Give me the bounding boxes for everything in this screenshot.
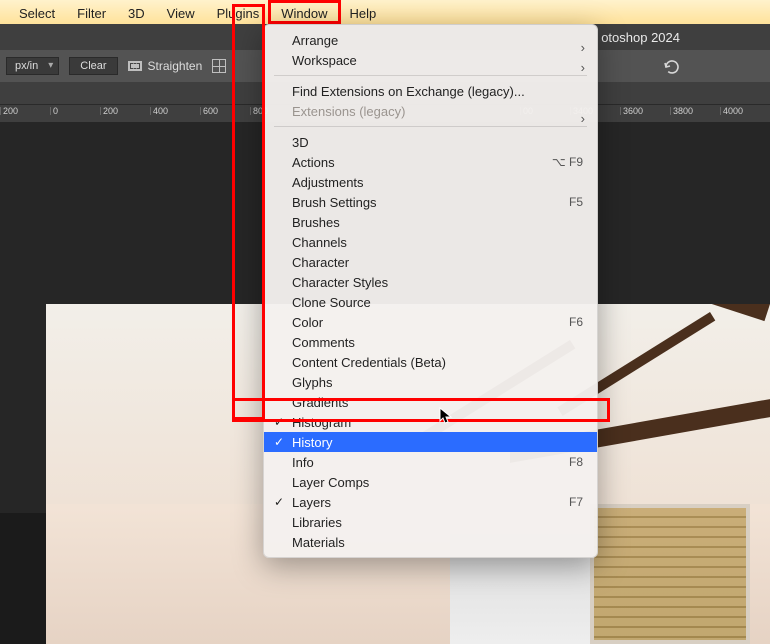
menu-item-brushes[interactable]: Brushes (264, 212, 597, 232)
ruler-tick: 0 (50, 107, 100, 115)
menu-item-history[interactable]: History (264, 432, 597, 452)
ruler-icon (128, 61, 142, 71)
ruler-tick: 3600 (620, 107, 670, 115)
menu-item-gradients[interactable]: Gradients (264, 392, 597, 412)
menu-item-character-styles[interactable]: Character Styles (264, 272, 597, 292)
clear-button[interactable]: Clear (69, 57, 117, 75)
ruler-tick: 400 (150, 107, 200, 115)
menu-item-comments[interactable]: Comments (264, 332, 597, 352)
menu-item-glyphs[interactable]: Glyphs (264, 372, 597, 392)
straighten-label: Straighten (148, 59, 203, 73)
ruler-tick: 4000 (720, 107, 770, 115)
menu-item-extensions-legacy: Extensions (legacy) (264, 101, 597, 121)
menu-item-brush-settings[interactable]: Brush SettingsF5 (264, 192, 597, 212)
window-menu: Arrange Workspace Find Extensions on Exc… (263, 24, 598, 558)
ruler-tick: 200 (100, 107, 150, 115)
menu-window[interactable]: Window (270, 2, 338, 22)
unit-select[interactable]: px/in (6, 57, 59, 75)
undo-icon[interactable] (662, 58, 680, 74)
menu-item-character[interactable]: Character (264, 252, 597, 272)
menu-item-channels[interactable]: Channels (264, 232, 597, 252)
menu-item-arrange[interactable]: Arrange (264, 30, 597, 50)
menu-item-libraries[interactable]: Libraries (264, 512, 597, 532)
ruler-tick: 600 (200, 107, 250, 115)
straighten-button[interactable]: Straighten (128, 59, 203, 73)
menu-item-find-extensions[interactable]: Find Extensions on Exchange (legacy)... (264, 81, 597, 101)
menu-item-actions[interactable]: Actions⌥ F9 (264, 152, 597, 172)
grid-icon[interactable] (212, 59, 226, 73)
menubar: Select Filter 3D View Plugins Window Hel… (0, 0, 770, 24)
menu-item-clone-source[interactable]: Clone Source (264, 292, 597, 312)
menu-item-histogram[interactable]: Histogram (264, 412, 597, 432)
app-title: otoshop 2024 (601, 30, 680, 45)
menu-item-3d[interactable]: 3D (264, 132, 597, 152)
menu-item-materials[interactable]: Materials (264, 532, 597, 552)
ruler-tick: 3800 (670, 107, 720, 115)
menu-item-layer-comps[interactable]: Layer Comps (264, 472, 597, 492)
menu-3d[interactable]: 3D (117, 2, 156, 22)
menu-view[interactable]: View (156, 2, 206, 22)
menu-item-workspace[interactable]: Workspace (264, 50, 597, 70)
menu-plugins[interactable]: Plugins (206, 2, 271, 22)
menu-item-adjustments[interactable]: Adjustments (264, 172, 597, 192)
menu-item-content-credentials[interactable]: Content Credentials (Beta) (264, 352, 597, 372)
menu-select[interactable]: Select (8, 2, 66, 22)
menu-item-color[interactable]: ColorF6 (264, 312, 597, 332)
menu-item-info[interactable]: InfoF8 (264, 452, 597, 472)
menu-filter[interactable]: Filter (66, 2, 117, 22)
menu-item-layers[interactable]: LayersF7 (264, 492, 597, 512)
menu-help[interactable]: Help (339, 2, 388, 22)
ruler-tick: 200 (0, 107, 50, 115)
